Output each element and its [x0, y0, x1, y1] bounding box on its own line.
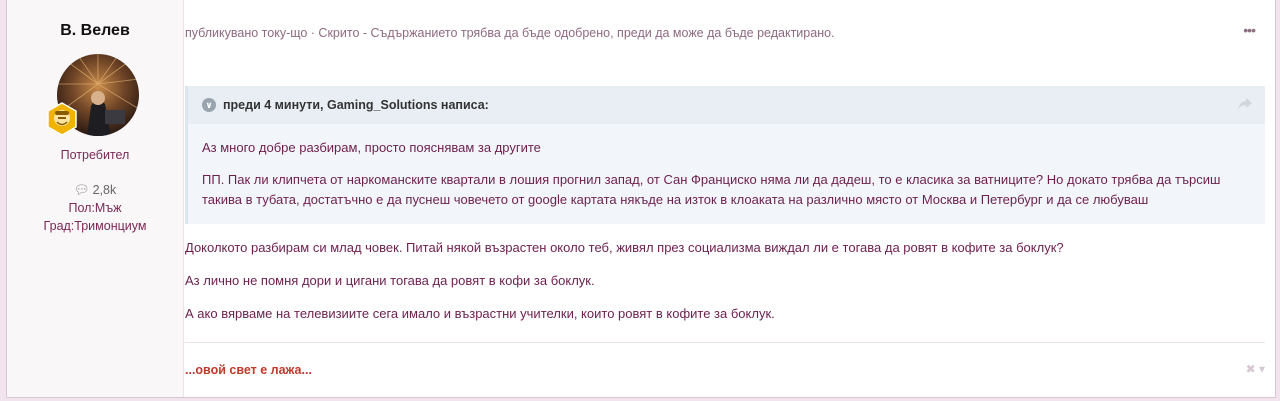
post-paragraph: Аз лично не помня дори и цигани тогава д…: [185, 273, 595, 288]
quote-header: ∨ преди 4 минути, Gaming_Solutions напис…: [188, 86, 1265, 124]
author-panel: В. Велев Потребител 💬︎ 2,8k Пол:Мъж Град…: [7, 0, 184, 397]
forum-post: В. Велев Потребител 💬︎ 2,8k Пол:Мъж Град…: [6, 0, 1276, 398]
profile-field-gender: Пол:Мъж: [68, 201, 122, 215]
post-count: 💬︎ 2,8k: [73, 183, 117, 197]
quote-block: ∨ преди 4 минути, Gaming_Solutions напис…: [185, 86, 1265, 224]
signature-divider: [185, 342, 1265, 343]
signature: ...овой свет е лажа...: [185, 363, 312, 377]
quote-paragraph: Аз много добре разбирам, просто пояснява…: [202, 140, 541, 155]
collapse-toggle-icon[interactable]: ∨: [202, 98, 216, 112]
speech-bubble-icon: 💬︎: [73, 183, 90, 197]
post-paragraph: Доколкото разбирам си млад човек. Питай …: [185, 240, 1064, 255]
post-meta: публикувано току-що · Скрито - Съдържани…: [185, 26, 835, 40]
profile-field-city: Град:Тримонциум: [43, 219, 147, 233]
signature-hide-icon[interactable]: ✖ ▾: [1246, 362, 1265, 376]
more-options-icon[interactable]: •••: [1243, 22, 1256, 38]
user-group: Потребител: [60, 148, 130, 162]
author-name[interactable]: В. Велев: [7, 22, 183, 40]
quote-paragraph: ПП. Пак ли клипчета от наркоманските ква…: [202, 172, 1221, 207]
rank-badge-icon: [45, 102, 79, 136]
quote-citation: преди 4 минути, Gaming_Solutions написа:: [223, 98, 489, 112]
post-paragraph: А ако вярваме на телевизиите сега имало …: [185, 306, 775, 321]
share-arrow-icon[interactable]: [1237, 97, 1253, 111]
